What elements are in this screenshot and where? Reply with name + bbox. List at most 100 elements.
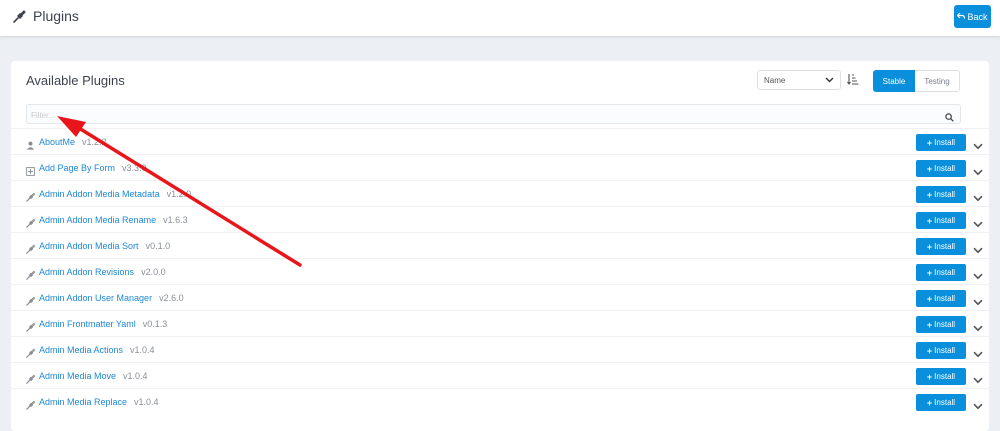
top-bar: Plugins Back <box>0 0 1000 36</box>
plugin-name-link[interactable]: Admin Media Actions v1.0.4 <box>39 345 155 355</box>
install-button[interactable]: + Install <box>916 186 966 203</box>
plugin-name: AboutMe <box>39 137 76 147</box>
plugin-row: Add Page By Form v3.3.0 + Install <box>11 154 989 180</box>
install-button[interactable]: + Install <box>916 134 966 151</box>
install-button[interactable]: + Install <box>916 264 966 281</box>
plugin-name: Admin Frontmatter Yaml <box>39 319 136 329</box>
install-button[interactable]: + Install <box>916 238 966 255</box>
sort-select[interactable]: Name <box>757 70 841 90</box>
install-button[interactable]: + Install <box>916 316 966 333</box>
filter-box <box>26 104 961 127</box>
plugin-name: Admin Addon Media Metadata <box>39 189 160 199</box>
chevron-down-icon[interactable] <box>973 371 983 389</box>
back-label: Back <box>967 11 988 22</box>
plugin-version: v1.0.4 <box>134 397 159 407</box>
plugin-name-link[interactable]: Admin Frontmatter Yaml v0.1.3 <box>39 319 167 329</box>
plugin-row: Admin Media Replace v1.0.4 + Install <box>11 388 989 414</box>
install-button[interactable]: + Install <box>916 368 966 385</box>
page-title: Plugins <box>13 8 79 24</box>
plus-icon: + <box>926 267 933 278</box>
plus-icon: + <box>926 163 933 174</box>
chevron-down-icon[interactable] <box>973 241 983 259</box>
plugin-name-link[interactable]: Admin Addon Revisions v2.0.0 <box>39 267 166 277</box>
user-icon <box>26 137 35 155</box>
plugin-name: Admin Addon Media Sort <box>39 241 139 251</box>
chevron-down-icon[interactable] <box>973 137 983 155</box>
plugin-name-link[interactable]: Admin Addon Media Sort v0.1.0 <box>39 241 170 251</box>
plugin-version: v1.2.2 <box>82 137 107 147</box>
plugin-name: Admin Media Move <box>39 371 117 381</box>
plugin-version: v2.6.0 <box>159 293 184 303</box>
plugin-name-link[interactable]: AboutMe v1.2.2 <box>39 137 107 147</box>
filter-input[interactable] <box>27 106 915 125</box>
plug-icon <box>26 189 36 207</box>
install-label: Install <box>934 216 956 225</box>
plus-icon: + <box>926 397 933 408</box>
tab-stable[interactable]: Stable <box>873 70 915 92</box>
plus-icon: + <box>926 345 933 356</box>
plugin-version: v0.1.3 <box>142 319 168 329</box>
install-button[interactable]: + Install <box>916 212 966 229</box>
install-label: Install <box>934 164 956 173</box>
plugin-row: Admin Media Actions v1.0.4 + Install <box>11 336 989 362</box>
plug-icon <box>26 293 36 311</box>
plugin-version: v1.0.4 <box>123 371 148 381</box>
chevron-down-icon[interactable] <box>973 319 983 337</box>
plugin-name: Add Page By Form <box>39 163 116 173</box>
plugin-version: v1.0.4 <box>130 345 155 355</box>
plugin-name-link[interactable]: Admin Addon Media Rename v1.6.3 <box>39 215 188 225</box>
plugin-name-link[interactable]: Admin Media Move v1.0.4 <box>39 371 148 381</box>
plugin-name: Admin Addon Revisions <box>39 267 135 277</box>
chevron-down-icon[interactable] <box>973 293 983 311</box>
chevron-down-icon[interactable] <box>973 163 983 181</box>
plugin-version: v1.6.3 <box>163 215 188 225</box>
plug-icon <box>26 345 36 363</box>
plugin-row: Admin Addon Media Rename v1.6.3 + Install <box>11 206 989 232</box>
chevron-down-icon[interactable] <box>973 267 983 285</box>
card-title: Available Plugins <box>26 73 125 88</box>
install-label: Install <box>934 242 956 251</box>
install-label: Install <box>934 346 956 355</box>
chevron-down-icon[interactable] <box>973 345 983 363</box>
plugin-row: AboutMe v1.2.2 + Install <box>11 128 989 154</box>
install-button[interactable]: + Install <box>916 342 966 359</box>
plus-square-icon <box>26 163 35 181</box>
plus-icon: + <box>926 241 933 252</box>
install-label: Install <box>934 190 956 199</box>
chevron-down-icon[interactable] <box>973 189 983 207</box>
plugin-row: Admin Addon Media Metadata v1.2.0 + Install <box>11 180 989 206</box>
plus-icon: + <box>926 371 933 382</box>
install-label: Install <box>934 268 956 277</box>
sort-select-value: Name <box>764 75 786 85</box>
install-button[interactable]: + Install <box>916 160 966 177</box>
install-label: Install <box>934 372 956 381</box>
plugin-row: Admin Addon User Manager v2.6.0 + Install <box>11 284 989 310</box>
plug-icon <box>26 267 36 285</box>
install-label: Install <box>934 320 956 329</box>
plugin-row: Admin Frontmatter Yaml v0.1.3 + Install <box>11 310 989 336</box>
plugin-name: Admin Media Replace <box>39 397 128 407</box>
plug-icon <box>26 371 36 389</box>
plus-icon: + <box>926 319 933 330</box>
plus-icon: + <box>926 189 933 200</box>
install-label: Install <box>934 398 956 407</box>
plugin-name-link[interactable]: Admin Addon User Manager v2.6.0 <box>39 293 184 303</box>
tab-testing[interactable]: Testing <box>915 70 960 92</box>
page-title-text: Plugins <box>33 8 79 24</box>
plugin-name-link[interactable]: Admin Media Replace v1.0.4 <box>39 397 159 407</box>
plugin-row: Admin Addon Revisions v2.0.0 + Install <box>11 258 989 284</box>
plugin-version: v3.3.0 <box>122 163 147 173</box>
chevron-down-icon[interactable] <box>973 215 983 233</box>
back-arrow-icon <box>957 12 966 22</box>
plugin-name: Admin Addon Media Rename <box>39 215 157 225</box>
sort-order-icon[interactable] <box>847 73 859 91</box>
chevron-down-icon[interactable] <box>973 397 983 415</box>
back-button[interactable]: Back <box>954 5 991 28</box>
search-icon[interactable] <box>945 109 954 127</box>
plugin-version: v0.1.0 <box>145 241 171 251</box>
plugin-name-link[interactable]: Add Page By Form v3.3.0 <box>39 163 147 173</box>
plugin-name-link[interactable]: Admin Addon Media Metadata v1.2.0 <box>39 189 191 199</box>
install-button[interactable]: + Install <box>916 394 966 411</box>
plug-icon <box>26 241 36 259</box>
install-button[interactable]: + Install <box>916 290 966 307</box>
